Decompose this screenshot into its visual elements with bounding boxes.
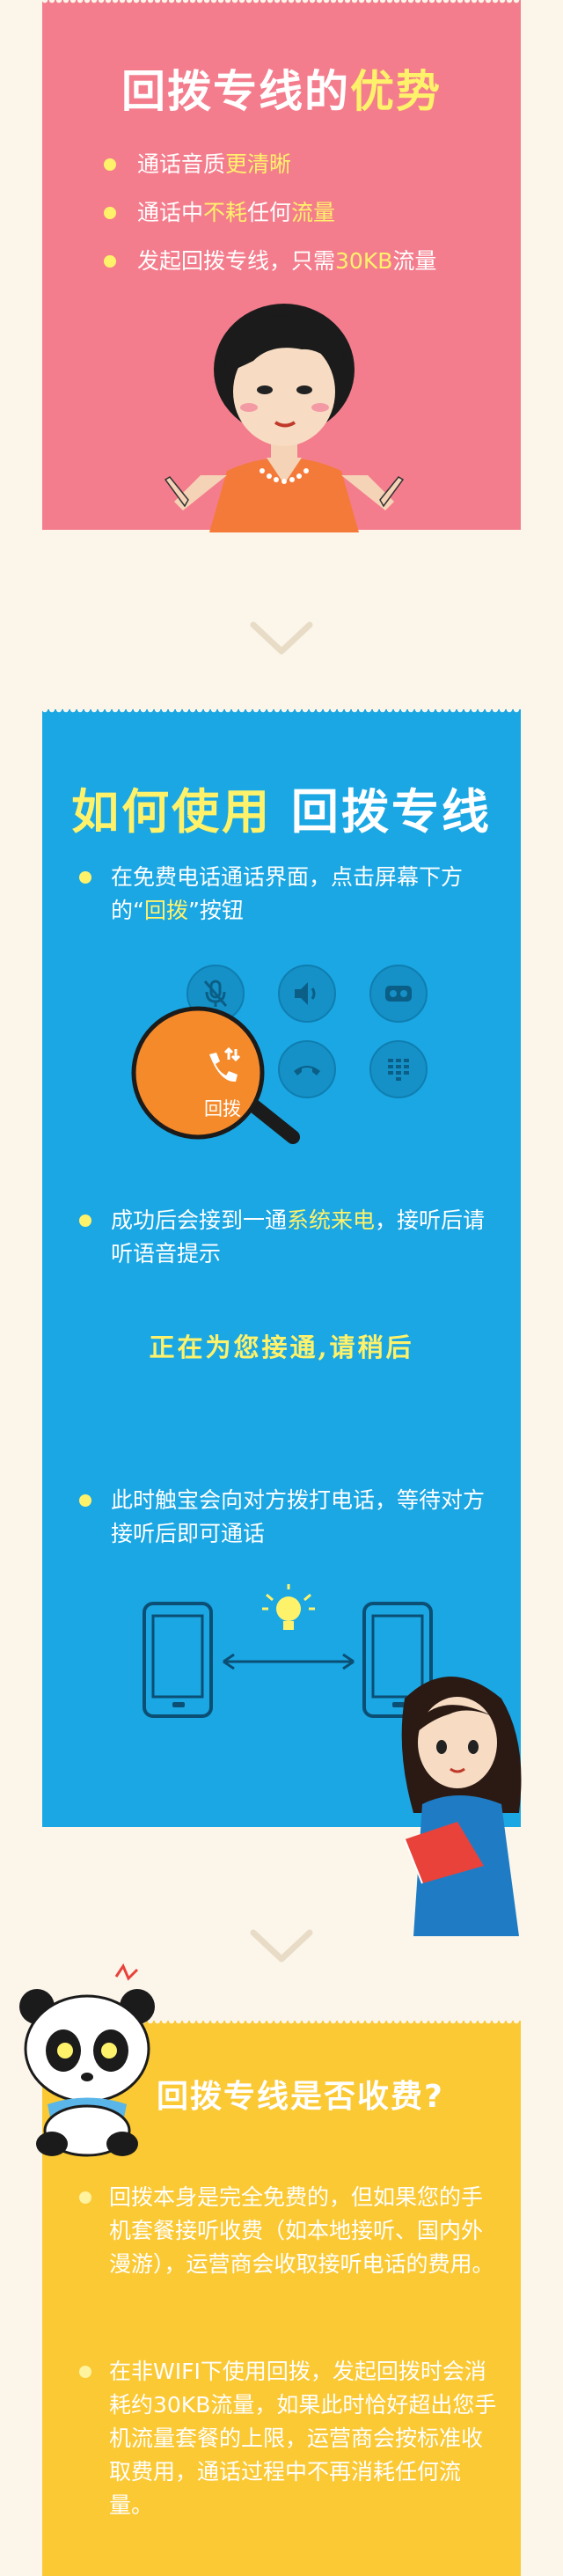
keypad-button[interactable] xyxy=(369,1040,428,1098)
advantage-item-no-data: 通话中不耗任何流量 xyxy=(104,196,335,230)
card-top-edge xyxy=(42,0,521,5)
bullet-dot xyxy=(79,1494,91,1507)
panda-mascot-illustration xyxy=(19,1963,155,2157)
card-top-edge xyxy=(42,709,521,715)
advantage-item-30kb: 发起回拨专线，只需30KB流量 xyxy=(104,245,436,278)
bullet-dot xyxy=(104,255,116,268)
bullet-dot xyxy=(79,871,91,884)
advantage-item-quality: 通话音质更清晰 xyxy=(104,148,291,181)
how-to-use-card: 如何使用 回拨专线 在免费电话通话界面，点击屏幕下方的“回拨”按钮 回拨 成功后… xyxy=(42,709,521,1827)
bulb-icon xyxy=(262,1584,315,1630)
step-2-text: 成功后会接到一通系统来电，接听后请听语音提示 xyxy=(79,1204,498,1271)
advantages-title: 回拨专线的优势 xyxy=(121,66,442,117)
advantages-card: 回拨专线的优势 通话音质更清晰 通话中不耗任何流量 发起回拨专线，只需30KB流… xyxy=(42,0,521,532)
callback-button-label: 回拨 xyxy=(204,1098,241,1119)
bullet-dot xyxy=(79,2366,91,2378)
phone-device-icon xyxy=(143,1602,213,1718)
step-3-text: 此时触宝会向对方拨打电话，等待对方接听后即可通话 xyxy=(79,1484,498,1551)
connecting-status-text: 正在为您接通,请稍后 xyxy=(149,1332,414,1362)
callback-button[interactable]: 回拨 xyxy=(157,1035,289,1132)
fees-title: 回拨专线是否收费? xyxy=(157,2079,444,2115)
bullet-dot xyxy=(79,2191,91,2204)
record-button[interactable] xyxy=(369,965,428,1023)
bullet-dot xyxy=(104,158,116,171)
bullet-dot xyxy=(79,1215,91,1227)
keypad-icon xyxy=(388,1059,409,1081)
how-to-use-title: 如何使用 回拨专线 xyxy=(71,784,492,840)
fees-paragraph-1: 回拨本身是完全免费的，但如果您的手机套餐接听收费（如本地接听、国内外漫游），运营… xyxy=(79,2181,500,2281)
chevron-down-icon xyxy=(250,1929,313,1963)
callback-icon xyxy=(209,1046,241,1083)
chevron-down-icon xyxy=(250,621,313,655)
fees-paragraph-2: 在非WIFI下使用回拨，发起回拨时会消耗约30KB流量，如果此时恰好超出您手机流… xyxy=(79,2355,500,2522)
step-1-text: 在免费电话通话界面，点击屏幕下方的“回拨”按钮 xyxy=(79,861,498,928)
record-icon xyxy=(385,986,412,1002)
double-arrow-icon xyxy=(223,1653,355,1670)
cartoon-girl-reading-illustration xyxy=(401,1677,522,1936)
bullet-dot xyxy=(104,207,116,219)
cartoon-woman-illustration xyxy=(164,304,405,532)
